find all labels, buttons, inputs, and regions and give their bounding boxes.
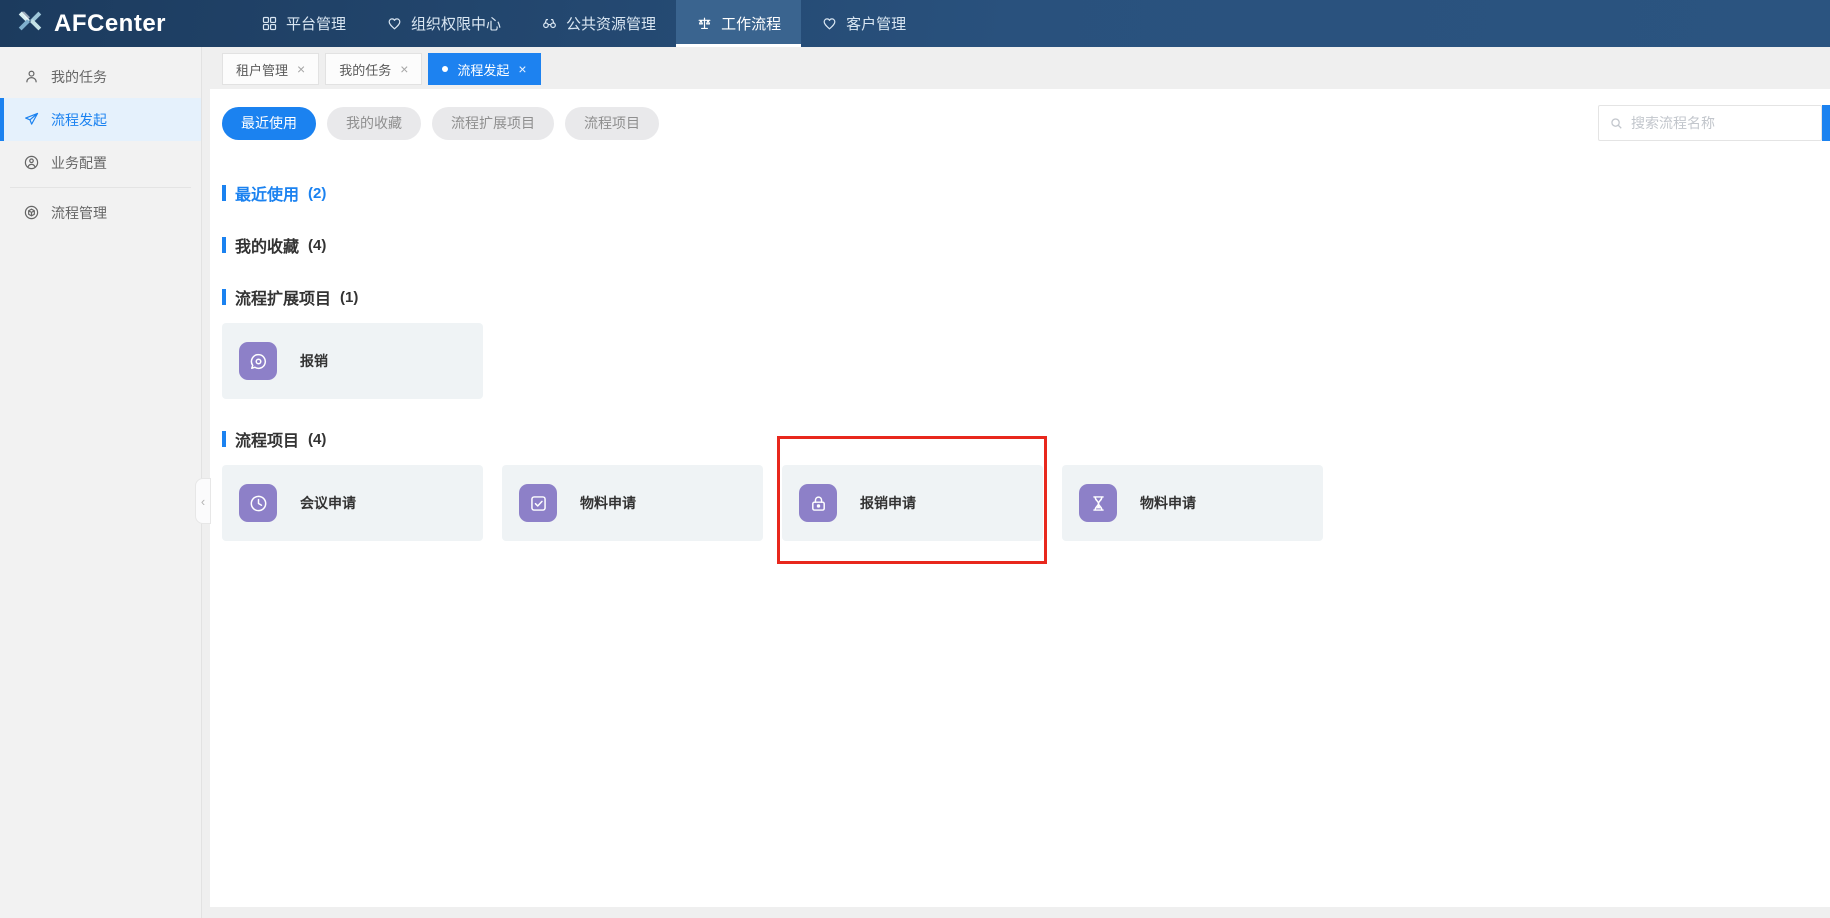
filter-pill-流程项目[interactable]: 流程项目 bbox=[565, 107, 659, 140]
lock-icon bbox=[799, 484, 837, 522]
app-logo: AFCenter bbox=[0, 0, 196, 47]
sidebar-divider bbox=[10, 187, 191, 188]
hourglass-icon bbox=[1079, 484, 1117, 522]
sidebar-item-label: 流程管理 bbox=[51, 203, 107, 223]
section-count: (2) bbox=[308, 185, 326, 202]
send-icon bbox=[23, 111, 40, 128]
active-tab-dot bbox=[442, 66, 448, 72]
section-流程扩展项目: 流程扩展项目 (1) 报销 bbox=[222, 285, 1830, 399]
tab-流程发起[interactable]: 流程发起 × bbox=[428, 53, 540, 85]
close-icon[interactable]: × bbox=[400, 62, 408, 76]
nav-item-公共资源管理[interactable]: 公共资源管理 bbox=[521, 0, 676, 47]
process-card-报销[interactable]: 报销 bbox=[222, 323, 483, 399]
clock-icon bbox=[239, 484, 277, 522]
cube-circle-icon bbox=[23, 204, 40, 221]
chat-bubble-icon bbox=[239, 342, 277, 380]
nav-item-label: 组织权限中心 bbox=[411, 13, 501, 34]
section-count: (1) bbox=[340, 289, 358, 306]
section-accent-bar bbox=[222, 185, 226, 201]
nav-item-平台管理[interactable]: 平台管理 bbox=[241, 0, 366, 47]
tab-label: 我的任务 bbox=[339, 60, 391, 79]
tab-租户管理[interactable]: 租户管理 × bbox=[222, 53, 319, 85]
process-card-报销申请[interactable]: 报销申请 bbox=[782, 465, 1043, 541]
process-card-物料申请[interactable]: 物料申请 bbox=[1062, 465, 1323, 541]
process-sections: 最近使用 (2) 我的收藏 (4) 流程扩展项目 (1) 报销流程项目 (4) 会议申请 物料申请… bbox=[222, 141, 1830, 541]
section-count: (4) bbox=[308, 237, 326, 254]
search-icon bbox=[1609, 116, 1624, 131]
section-我的收藏: 我的收藏 (4) bbox=[222, 233, 1830, 257]
nav-item-组织权限中心[interactable]: 组织权限中心 bbox=[366, 0, 521, 47]
card-label: 报销 bbox=[300, 351, 328, 371]
filter-pill-我的收藏[interactable]: 我的收藏 bbox=[327, 107, 421, 140]
sidebar: 我的任务流程发起业务配置流程管理 bbox=[0, 47, 202, 918]
filter-pills: 最近使用我的收藏流程扩展项目流程项目 bbox=[222, 107, 670, 140]
sidebar-item-label: 我的任务 bbox=[51, 67, 107, 87]
search-box bbox=[1598, 105, 1822, 141]
top-navbar: AFCenter 平台管理 组织权限中心 公共资源管理 工作流程 客户管理 bbox=[0, 0, 1830, 47]
tab-strip: 租户管理 × 我的任务 × 流程发起 × bbox=[210, 47, 1830, 89]
tab-我的任务[interactable]: 我的任务 × bbox=[325, 53, 422, 85]
sidebar-item-流程发起[interactable]: 流程发起 bbox=[0, 98, 201, 141]
card-label: 报销申请 bbox=[860, 493, 916, 513]
nav-item-label: 平台管理 bbox=[286, 13, 346, 34]
cube-logo-icon bbox=[15, 6, 45, 41]
main-menu: 平台管理 组织权限中心 公共资源管理 工作流程 客户管理 bbox=[241, 0, 926, 47]
filter-pill-流程扩展项目[interactable]: 流程扩展项目 bbox=[432, 107, 554, 140]
card-label: 会议申请 bbox=[300, 493, 356, 513]
nav-item-label: 工作流程 bbox=[721, 13, 781, 34]
user-circle-icon bbox=[23, 154, 40, 171]
section-header: 流程扩展项目 (1) bbox=[222, 285, 1830, 309]
binoculars-icon bbox=[541, 15, 558, 32]
section-title: 最近使用 bbox=[235, 181, 299, 205]
nav-item-label: 公共资源管理 bbox=[566, 13, 656, 34]
section-count: (4) bbox=[308, 431, 326, 448]
tab-label: 流程发起 bbox=[457, 60, 509, 79]
sidebar-item-label: 流程发起 bbox=[51, 110, 107, 130]
sidebar-item-流程管理[interactable]: 流程管理 bbox=[0, 191, 201, 234]
sidebar-collapse-handle[interactable]: ‹ bbox=[195, 478, 211, 524]
process-launch-panel: 最近使用我的收藏流程扩展项目流程项目 最近使用(2)我的收藏(4)流程扩展项目(… bbox=[210, 89, 1830, 907]
chevron-left-icon: ‹ bbox=[201, 494, 205, 509]
card-row: 报销 bbox=[222, 323, 1830, 399]
sidebar-item-我的任务[interactable]: 我的任务 bbox=[0, 55, 201, 98]
close-icon[interactable]: × bbox=[297, 62, 305, 76]
section-title: 我的收藏 bbox=[235, 233, 299, 257]
grid-icon bbox=[261, 15, 278, 32]
section-accent-bar bbox=[222, 289, 226, 305]
panel-toolbar: 最近使用我的收藏流程扩展项目流程项目 bbox=[222, 105, 1830, 141]
search-input[interactable] bbox=[1631, 115, 1812, 131]
card-label: 物料申请 bbox=[1140, 493, 1196, 513]
section-accent-bar bbox=[222, 237, 226, 253]
nav-item-客户管理[interactable]: 客户管理 bbox=[801, 0, 926, 47]
nav-item-label: 客户管理 bbox=[846, 13, 906, 34]
filter-pill-最近使用[interactable]: 最近使用 bbox=[222, 107, 316, 140]
card-label: 物料申请 bbox=[580, 493, 636, 513]
section-title: 流程项目 bbox=[235, 427, 299, 451]
search-button-strip[interactable] bbox=[1822, 105, 1830, 141]
user-icon bbox=[23, 68, 40, 85]
scale-icon bbox=[696, 15, 713, 32]
section-accent-bar bbox=[222, 431, 226, 447]
sidebar-item-label: 业务配置 bbox=[51, 153, 107, 173]
process-card-物料申请[interactable]: 物料申请 bbox=[502, 465, 763, 541]
checkbox-icon bbox=[519, 484, 557, 522]
app-name: AFCenter bbox=[54, 10, 166, 38]
section-header: 流程项目 (4) bbox=[222, 427, 1830, 451]
tab-label: 租户管理 bbox=[236, 60, 288, 79]
sidebar-item-业务配置[interactable]: 业务配置 bbox=[0, 141, 201, 184]
section-header: 最近使用 (2) bbox=[222, 181, 1830, 205]
section-header: 我的收藏 (4) bbox=[222, 233, 1830, 257]
process-card-会议申请[interactable]: 会议申请 bbox=[222, 465, 483, 541]
card-row: 会议申请 物料申请 报销申请 物料申请 bbox=[222, 465, 1830, 541]
content-area: 租户管理×我的任务×流程发起× 最近使用我的收藏流程扩展项目流程项目 最近使用(… bbox=[202, 47, 1830, 918]
section-流程项目: 流程项目 (4) 会议申请 物料申请 报销申请 物料申请 bbox=[222, 427, 1830, 541]
heart-icon bbox=[386, 15, 403, 32]
heart-icon bbox=[821, 15, 838, 32]
section-最近使用: 最近使用 (2) bbox=[222, 181, 1830, 205]
section-title: 流程扩展项目 bbox=[235, 285, 331, 309]
nav-item-工作流程[interactable]: 工作流程 bbox=[676, 0, 801, 47]
close-icon[interactable]: × bbox=[518, 62, 526, 76]
